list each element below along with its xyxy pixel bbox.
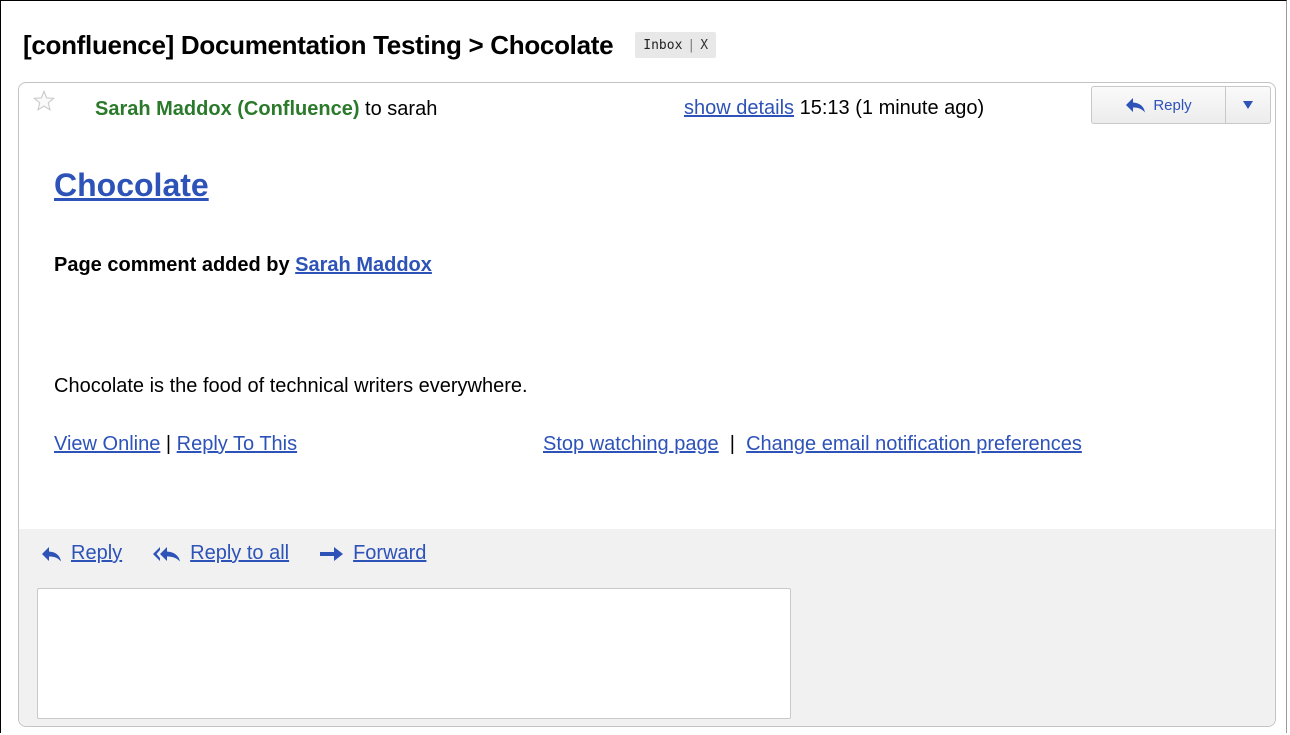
reply-arrow-icon (1126, 98, 1146, 113)
reply-all-link[interactable]: Reply to all (152, 542, 289, 565)
more-options-button[interactable] (1225, 86, 1271, 124)
message-timestamp: 15:13 (1 minute ago) (799, 97, 985, 119)
comment-author-link[interactable]: Sarah Maddox (295, 254, 432, 276)
link-separator: | (160, 433, 177, 455)
dropdown-triangle-icon (1243, 101, 1253, 109)
star-icon[interactable] (33, 90, 55, 112)
sender-line: Sarah Maddox (Confluence) to sarah (95, 98, 437, 121)
stop-watching-link[interactable]: Stop watching page (543, 433, 719, 455)
page-title-link[interactable]: Chocolate (54, 167, 209, 204)
reply-button[interactable]: Reply (1091, 86, 1225, 124)
message-card: Sarah Maddox (Confluence) to sarah show … (18, 82, 1276, 727)
show-details-link[interactable]: show details (684, 97, 794, 119)
comment-prefix: Page comment added by (54, 254, 296, 276)
subject-row: [confluence] Documentation Testing > Cho… (23, 25, 717, 65)
thread-subject: [confluence] Documentation Testing > Cho… (23, 29, 614, 60)
forward-arrow-icon (320, 546, 344, 561)
message-header: Sarah Maddox (Confluence) to sarah show … (19, 83, 1275, 129)
reply-button-label: Reply (1153, 96, 1192, 114)
right-separator: | (718, 433, 747, 455)
quick-reply-area: Reply Reply to all Forward (19, 529, 1275, 726)
reply-link-label: Reply (71, 542, 123, 564)
view-online-link[interactable]: View Online (54, 433, 160, 455)
label-separator: | (687, 37, 696, 53)
change-notification-preferences-link[interactable]: Change email notification preferences (746, 433, 1082, 455)
sender-name[interactable]: Sarah Maddox (Confluence) (95, 98, 359, 120)
remove-label-button[interactable]: X (700, 38, 708, 53)
comment-byline: Page comment added by Sarah Maddox (54, 254, 432, 277)
label-text[interactable]: Inbox (643, 38, 682, 53)
inbox-label-chip: Inbox | X (635, 32, 717, 58)
reply-link[interactable]: Reply (41, 542, 122, 565)
email-window: [confluence] Documentation Testing > Cho… (0, 0, 1287, 733)
quick-reply-textarea[interactable] (37, 588, 791, 719)
comment-text: Chocolate is the food of technical write… (54, 375, 528, 397)
reply-to-this-link[interactable]: Reply To This (177, 433, 297, 455)
reply-arrow-icon (42, 546, 61, 561)
header-meta: show details 15:13 (1 minute ago) (684, 97, 984, 120)
recipient-text: to sarah (365, 98, 438, 120)
reply-actions-bar: Reply Reply to all Forward (41, 542, 456, 565)
reply-all-link-label: Reply to all (190, 542, 290, 564)
comment-actions: View Online | Reply To This (54, 433, 297, 456)
reply-all-arrow-icon (153, 546, 181, 561)
forward-link-label: Forward (353, 542, 427, 564)
notification-links: Stop watching page | Change email notifi… (543, 433, 1082, 456)
forward-link[interactable]: Forward (319, 542, 426, 565)
